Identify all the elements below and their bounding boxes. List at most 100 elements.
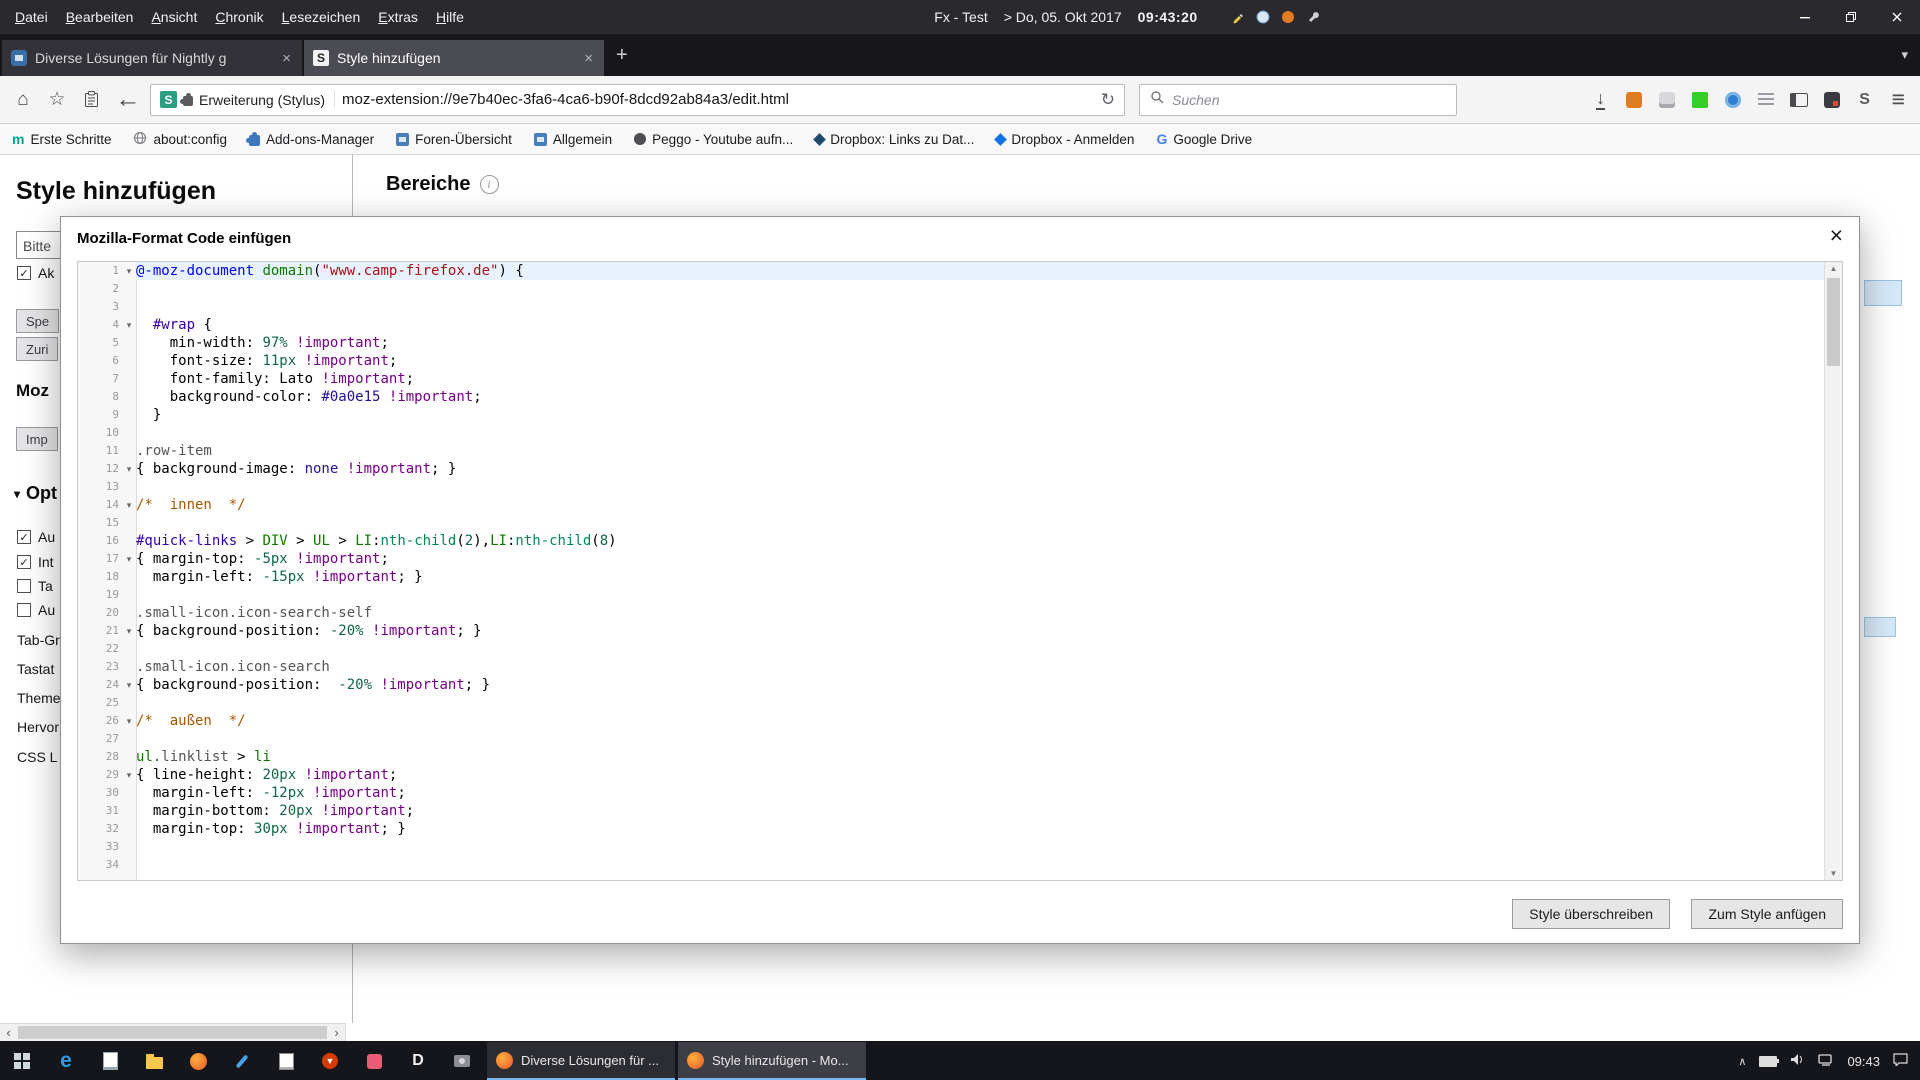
- checkbox-icon[interactable]: ✓: [17, 530, 31, 544]
- sidebar-toggle-icon[interactable]: [1786, 87, 1812, 113]
- horizontal-scrollbar[interactable]: ‹ ›: [0, 1023, 346, 1041]
- code-line-9[interactable]: 9 }: [78, 406, 1825, 424]
- scroll-right-icon[interactable]: ›: [328, 1025, 345, 1040]
- code-line-19[interactable]: 19: [78, 586, 1825, 604]
- code-lines[interactable]: 1▾@-moz-document domain("www.camp-firefo…: [78, 262, 1825, 880]
- download-icon[interactable]: ↓: [1588, 87, 1614, 113]
- clipboard-icon[interactable]: [76, 85, 106, 115]
- code-editor[interactable]: 1▾@-moz-document domain("www.camp-firefo…: [77, 261, 1843, 881]
- tab-close-icon[interactable]: ×: [280, 50, 293, 67]
- code-line-28[interactable]: 28ul.linklist > li: [78, 748, 1825, 766]
- code-line-8[interactable]: 8 background-color: #0a0e15 !important;: [78, 388, 1825, 406]
- code-line-10[interactable]: 10: [78, 424, 1825, 442]
- code-line-22[interactable]: 22: [78, 640, 1825, 658]
- d-app-icon[interactable]: D: [396, 1041, 440, 1080]
- back-button[interactable]: ←: [110, 85, 146, 115]
- new-tab-button[interactable]: +: [604, 37, 640, 73]
- code-line-34[interactable]: 34: [78, 856, 1825, 874]
- menu-datei[interactable]: Datei: [6, 4, 57, 30]
- code-line-11[interactable]: 11.row-item: [78, 442, 1825, 460]
- fold-icon[interactable]: ▾: [122, 460, 136, 478]
- taskbar-window-style[interactable]: Style hinzufügen - Mo...: [678, 1042, 866, 1080]
- code-line-32[interactable]: 32 margin-top: 30px !important; }: [78, 820, 1825, 838]
- speaker-icon[interactable]: [1790, 1053, 1805, 1069]
- option-link[interactable]: Theme: [17, 690, 61, 706]
- tab-diverse-loesungen[interactable]: Diverse Lösungen für Nightly g ×: [2, 40, 302, 76]
- overwrite-style-button[interactable]: Style überschreiben: [1512, 899, 1670, 929]
- reload-icon[interactable]: ↻: [1101, 90, 1115, 110]
- addon-orange-icon[interactable]: [1621, 87, 1647, 113]
- option-link[interactable]: Tab-Gr: [17, 632, 60, 648]
- bookmark-erste-schritte[interactable]: m Erste Schritte: [12, 131, 111, 147]
- bookmark-foren-uebersicht[interactable]: Foren-Übersicht: [396, 132, 512, 147]
- taskbar-window-diverse[interactable]: Diverse Lösungen für ...: [487, 1042, 675, 1080]
- stylus-toolbar-icon[interactable]: S: [1852, 87, 1878, 113]
- reset-button[interactable]: Zuri: [16, 337, 58, 361]
- checkbox-icon[interactable]: ✓: [17, 555, 31, 569]
- close-button[interactable]: [1874, 0, 1920, 34]
- action-center-icon[interactable]: [1893, 1053, 1908, 1069]
- code-line-30[interactable]: 30 margin-left: -12px !important;: [78, 784, 1825, 802]
- code-line-13[interactable]: 13: [78, 478, 1825, 496]
- save-button[interactable]: Spe: [16, 309, 59, 333]
- code-line-5[interactable]: 5 min-width: 97% !important;: [78, 334, 1825, 352]
- code-line-2[interactable]: 2: [78, 280, 1825, 298]
- code-line-16[interactable]: 16#quick-links > DIV > UL > LI:nth-child…: [78, 532, 1825, 550]
- search-bar[interactable]: Suchen: [1139, 84, 1457, 116]
- tab-close-icon[interactable]: ×: [582, 50, 595, 67]
- option-link[interactable]: Hervor: [17, 719, 59, 735]
- battery-icon[interactable]: [1759, 1056, 1777, 1067]
- code-line-23[interactable]: 23.small-icon.icon-search: [78, 658, 1825, 676]
- addon-lines-icon[interactable]: [1753, 87, 1779, 113]
- option-checkbox[interactable]: ✓ Au: [17, 529, 55, 545]
- menu-ansicht[interactable]: Ansicht: [142, 4, 206, 30]
- bookmark-dropbox-anmelden[interactable]: Dropbox - Anmelden: [996, 132, 1134, 147]
- bookmark-about-config[interactable]: about:config: [133, 131, 227, 148]
- bookmark-addons-manager[interactable]: Add-ons-Manager: [249, 132, 374, 147]
- code-line-31[interactable]: 31 margin-bottom: 20px !important;: [78, 802, 1825, 820]
- network-icon[interactable]: [1818, 1054, 1834, 1069]
- code-line-17[interactable]: 17▾{ margin-top: -5px !important;: [78, 550, 1825, 568]
- code-line-29[interactable]: 29▾{ line-height: 20px !important;: [78, 766, 1825, 784]
- media-app-icon[interactable]: [352, 1041, 396, 1080]
- all-tabs-chevron-icon[interactable]: ▾: [1901, 47, 1908, 63]
- options-heading[interactable]: ▾ Opt: [14, 483, 57, 504]
- start-button[interactable]: [0, 1041, 44, 1080]
- tray-chevron-icon[interactable]: ∧: [1738, 1055, 1746, 1068]
- code-line-4[interactable]: 4▾ #wrap {: [78, 316, 1825, 334]
- code-line-24[interactable]: 24▾{ background-position: -20% !importan…: [78, 676, 1825, 694]
- info-icon[interactable]: i: [480, 175, 499, 194]
- menu-extras[interactable]: Extras: [369, 4, 427, 30]
- addon-green-icon[interactable]: [1687, 87, 1713, 113]
- code-line-20[interactable]: 20.small-icon.icon-search-self: [78, 604, 1825, 622]
- code-line-33[interactable]: 33: [78, 838, 1825, 856]
- menu-lesezeichen[interactable]: Lesezeichen: [273, 4, 370, 30]
- option-checkbox[interactable]: ✓ Int: [17, 554, 54, 570]
- notepad-icon[interactable]: [264, 1041, 308, 1080]
- bookmark-google-drive[interactable]: G Google Drive: [1156, 131, 1252, 147]
- scroll-down-icon[interactable]: ▼: [1825, 869, 1842, 878]
- fold-icon[interactable]: ▾: [122, 550, 136, 568]
- fold-icon[interactable]: ▾: [122, 262, 136, 280]
- append-style-button[interactable]: Zum Style anfügen: [1691, 899, 1843, 929]
- document-app-icon[interactable]: [88, 1041, 132, 1080]
- bookmark-dropbox-links[interactable]: Dropbox: Links zu Dat...: [815, 132, 974, 147]
- dialog-close-icon[interactable]: ×: [1830, 222, 1843, 249]
- import-button[interactable]: Imp: [16, 427, 58, 451]
- addon-blue-icon[interactable]: [1720, 87, 1746, 113]
- menu-bearbeiten[interactable]: Bearbeiten: [57, 4, 143, 30]
- code-line-12[interactable]: 12▾{ background-image: none !important; …: [78, 460, 1825, 478]
- menu-chronik[interactable]: Chronik: [206, 4, 272, 30]
- option-checkbox[interactable]: Ta: [17, 578, 53, 594]
- fold-icon[interactable]: ▾: [122, 712, 136, 730]
- home-icon[interactable]: ⌂: [8, 85, 38, 115]
- code-line-27[interactable]: 27: [78, 730, 1825, 748]
- scroll-up-icon[interactable]: ▲: [1825, 264, 1842, 273]
- clock[interactable]: 09:43: [1847, 1054, 1880, 1069]
- minimize-button[interactable]: [1782, 0, 1828, 34]
- scrollbar-thumb[interactable]: [18, 1026, 327, 1039]
- fold-icon[interactable]: ▾: [122, 316, 136, 334]
- code-line-15[interactable]: 15: [78, 514, 1825, 532]
- bookmark-star-icon[interactable]: ☆: [42, 85, 72, 115]
- url-bar[interactable]: S Erweiterung (Stylus) moz-extension://9…: [150, 84, 1125, 116]
